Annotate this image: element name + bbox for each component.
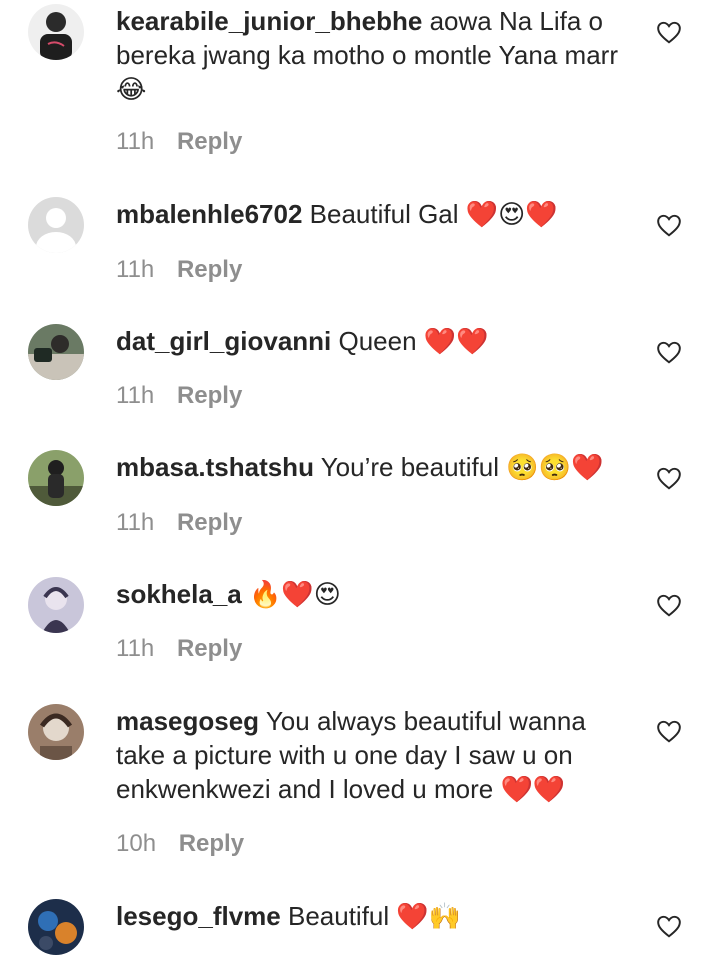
comment-username[interactable]: kearabile_junior_bhebhe	[116, 6, 422, 36]
comment-username[interactable]: mbalenhle6702	[116, 199, 302, 229]
heart-outline-icon[interactable]	[656, 914, 682, 938]
comment-meta: 11h Reply	[116, 256, 242, 284]
comment-emoji: ❤️🙌	[396, 902, 462, 932]
avatar[interactable]	[28, 577, 84, 633]
comment-meta: 11h Reply	[116, 635, 242, 663]
comment-time: 11h	[116, 256, 155, 283]
comment-text: dat_girl_giovanni Queen ❤️❤️	[116, 324, 636, 359]
comment-time: 10h	[116, 830, 157, 857]
heart-outline-icon[interactable]	[656, 340, 682, 364]
comment-body: Beautiful	[287, 901, 390, 931]
comment-meta: 11h Reply	[116, 382, 242, 410]
comment-emoji: 😂	[116, 75, 147, 105]
comment-body: Queen	[338, 326, 417, 356]
comment-text: lesego_flvme Beautiful ❤️🙌	[116, 899, 636, 934]
comment-body: Beautiful Gal	[309, 199, 459, 229]
comment-meta: 11h Reply	[116, 509, 242, 537]
comment-meta: 10h Reply	[116, 830, 244, 858]
heart-outline-icon[interactable]	[656, 466, 682, 490]
heart-outline-icon[interactable]	[656, 20, 682, 44]
comment-username[interactable]: dat_girl_giovanni	[116, 326, 331, 356]
avatar[interactable]	[28, 197, 84, 253]
comment-time: 11h	[116, 382, 155, 409]
heart-outline-icon[interactable]	[656, 719, 682, 743]
comment-text: kearabile_junior_bhebhe aowa Na Lifa o b…	[116, 4, 636, 107]
avatar[interactable]	[28, 704, 84, 760]
reply-button[interactable]: Reply	[177, 509, 242, 536]
reply-button[interactable]: Reply	[177, 128, 242, 155]
comment-text: masegoseg You always beautiful wanna tak…	[116, 704, 636, 807]
heart-outline-icon[interactable]	[656, 593, 682, 617]
comment-body: You’re beautiful	[320, 452, 500, 482]
comment-emoji: 🔥❤️😍	[248, 580, 341, 610]
comment-username[interactable]: sokhela_a	[116, 579, 242, 609]
default-avatar-body	[36, 232, 76, 253]
comment-emoji: ❤️😍❤️	[465, 200, 558, 230]
comment-time: 11h	[116, 635, 155, 662]
reply-button[interactable]: Reply	[177, 382, 242, 409]
comment-username[interactable]: masegoseg	[116, 706, 259, 736]
avatar[interactable]	[28, 324, 84, 380]
avatar[interactable]	[28, 4, 84, 60]
reply-button[interactable]: Reply	[177, 635, 242, 662]
reply-button[interactable]: Reply	[179, 830, 244, 857]
comment-text: mbasa.tshatshu You’re beautiful 🥺🥺❤️	[116, 450, 636, 485]
avatar[interactable]	[28, 450, 84, 506]
comment-emoji: ❤️❤️	[500, 775, 566, 805]
comment-username[interactable]: mbasa.tshatshu	[116, 452, 314, 482]
comment-emoji: ❤️❤️	[423, 327, 489, 357]
comment-text: mbalenhle6702 Beautiful Gal ❤️😍❤️	[116, 197, 636, 232]
comment-username[interactable]: lesego_flvme	[116, 901, 281, 931]
heart-outline-icon[interactable]	[656, 213, 682, 237]
reply-button[interactable]: Reply	[177, 256, 242, 283]
comment-time: 11h	[116, 509, 155, 536]
comment-text: sokhela_a 🔥❤️😍	[116, 577, 636, 612]
avatar[interactable]	[28, 899, 84, 955]
comment-emoji: 🥺🥺❤️	[506, 453, 604, 483]
default-avatar-head	[46, 208, 66, 228]
comment-time: 11h	[116, 128, 155, 155]
comment-meta: 11h Reply	[116, 128, 242, 156]
